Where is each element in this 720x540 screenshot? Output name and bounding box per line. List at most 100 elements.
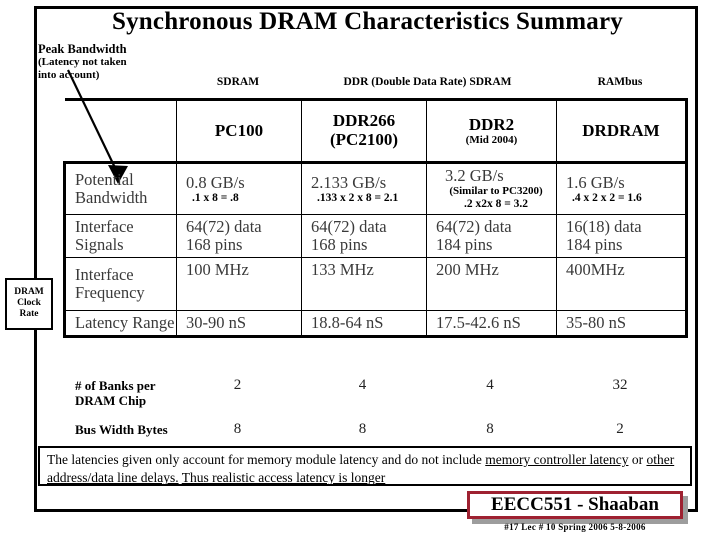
cell-pc100-latency: 30-90 nS [176, 310, 302, 338]
row-label-line-2: DRAM Chip [75, 393, 147, 408]
row-label-line-1: # of Banks per [75, 378, 156, 393]
cell-pc100-banks: 2 [233, 377, 242, 393]
table-row-potential-bandwidth: Potential Bandwidth 0.8 GB/s .1 x 8 = .8… [63, 162, 688, 215]
cell-value: 100 MHz [186, 260, 249, 279]
dram-clock-rate-callout: DRAM Clock Rate [5, 278, 53, 330]
cell-ddr266-frequency: 133 MHz [301, 257, 427, 311]
cell-value-2: 168 pins [186, 235, 243, 254]
row-label-line-2: Signals [75, 235, 124, 254]
row-label-potential-bandwidth: Potential Bandwidth [63, 162, 177, 215]
header-sublabel: (Mid 2004) [465, 133, 518, 146]
table-row-banks-per-chip: # of Banks per DRAM Chip 2 4 4 32 [63, 374, 685, 418]
note-text-2: or [628, 452, 647, 467]
callout-line-3: Rate [19, 309, 39, 319]
cell-value: 64(72) data [186, 217, 262, 236]
cell-value: 17.5-42.6 nS [436, 313, 521, 332]
cell-value: 30-90 nS [186, 313, 247, 332]
note-underline-3: Thus realistic access latency is longer [181, 470, 386, 485]
annotation-line-3: into account) [38, 69, 100, 81]
page-title: Synchronous DRAM Characteristics Summary [112, 8, 623, 35]
header-cell-ddr266: DDR266 (PC2100) [301, 98, 427, 164]
callout-line-2: Clock [17, 298, 41, 308]
cell-drdram-signals: 16(18) data 184 pins [556, 214, 688, 258]
row-label-line-1: Latency Range [75, 313, 175, 332]
footer-lecture-meta: #17 Lec # 10 Spring 2006 5-8-2006 [504, 522, 646, 532]
cell-ddr266-bandwidth: 2.133 GB/s .133 x 2 x 8 = 2.1 [301, 162, 427, 215]
cell-pc100-signals: 64(72) data 168 pins [176, 214, 302, 258]
cell-pc100-frequency: 100 MHz [176, 257, 302, 311]
cell-formula: .133 x 2 x 8 = 2.1 [317, 191, 399, 204]
cell-formula: .1 x 8 = .8 [192, 191, 239, 204]
dram-characteristics-table: PC100 DDR266 (PC2100) DDR2 (Mid 2004) DR… [63, 98, 688, 338]
cell-drdram-frequency: 400MHz [556, 257, 688, 311]
cell-ddr2-signals: 64(72) data 184 pins [426, 214, 557, 258]
header-label: DDR2 [468, 114, 515, 134]
header-label: DDR266 [332, 111, 396, 130]
cell-value-2: 184 pins [566, 235, 623, 254]
cell-value: 0.8 GB/s [186, 172, 245, 192]
header-label: DRDRAM [582, 121, 660, 140]
cell-value: 64(72) data [311, 217, 387, 236]
cell-value: 400MHz [566, 260, 625, 279]
cell-value: 3.2 GB/s [445, 166, 504, 185]
cell-drdram-bandwidth: 1.6 GB/s .4 x 2 x 2 = 1.6 [556, 162, 688, 215]
cell-drdram-latency: 35-80 nS [556, 310, 688, 338]
row-label-line-1: Interface [75, 265, 134, 284]
header-cell-pc100: PC100 [176, 98, 302, 164]
cell-value: 2.133 GB/s [311, 172, 387, 192]
annotation-line-1: Peak Bandwidth [38, 42, 127, 56]
cell-drdram-banks: 32 [612, 377, 628, 393]
group-header-sdram: SDRAM [216, 76, 260, 88]
table-row-bus-width: Bus Width Bytes 8 8 8 2 [63, 418, 685, 441]
banks-buswidth-table: # of Banks per DRAM Chip 2 4 4 32 Bus Wi… [63, 374, 685, 441]
header-cell-empty [64, 98, 177, 164]
cell-ddr266-signals: 64(72) data 168 pins [301, 214, 427, 258]
row-label-line-1: Bus Width Bytes [75, 422, 168, 437]
row-label-line-1: Interface [75, 217, 134, 236]
group-header-ddr: DDR (Double Data Rate) SDRAM [343, 76, 512, 88]
cell-pc100-buswidth: 8 [233, 421, 242, 437]
cell-value: 133 MHz [311, 260, 374, 279]
table-row-interface-frequency: Interface Frequency 100 MHz 133 MHz 200 … [63, 257, 688, 311]
cell-ddr266-banks: 4 [358, 377, 367, 393]
cell-drdram-buswidth: 2 [616, 421, 624, 437]
header-cell-ddr2: DDR2 (Mid 2004) [426, 98, 557, 164]
table-header-row: PC100 DDR266 (PC2100) DDR2 (Mid 2004) DR… [64, 98, 688, 164]
row-label-bus-width: Bus Width Bytes [63, 418, 175, 441]
header-label: PC100 [214, 121, 264, 140]
cell-value: 200 MHz [436, 260, 499, 279]
cell-value: 64(72) data [436, 217, 512, 236]
annotation-line-2: (Latency not taken [38, 56, 127, 68]
cell-value: 1.6 GB/s [566, 172, 625, 192]
header-sublabel: (PC2100) [330, 130, 398, 149]
row-label-banks-per-chip: # of Banks per DRAM Chip [63, 374, 175, 418]
cell-value: 16(18) data [566, 217, 642, 236]
latency-note-box: The latencies given only account for mem… [38, 446, 692, 486]
row-label-interface-frequency: Interface Frequency [63, 257, 177, 311]
note-text-1: The latencies given only account for mem… [47, 452, 486, 467]
row-label-interface-signals: Interface Signals [63, 214, 177, 258]
cell-value-2: 168 pins [311, 235, 368, 254]
peak-bandwidth-annotation: Peak Bandwidth (Latency not taken into a… [38, 42, 188, 82]
cell-ddr2-buswidth: 8 [486, 421, 494, 437]
cell-ddr266-buswidth: 8 [358, 421, 367, 437]
group-header-rambus: RAMbus [597, 76, 643, 88]
callout-line-1: DRAM [14, 287, 44, 297]
cell-ddr2-banks: 4 [486, 377, 494, 393]
note-underline-1: memory controller latency [485, 452, 629, 467]
cell-value: 18.8-64 nS [311, 313, 384, 332]
cell-ddr2-latency: 17.5-42.6 nS [426, 310, 557, 338]
cell-value-2: 184 pins [436, 235, 493, 254]
row-label-line-2: Frequency [75, 283, 145, 302]
row-label-latency-range: Latency Range [63, 310, 177, 338]
table-row-latency-range: Latency Range 30-90 nS 18.8-64 nS 17.5-4… [63, 310, 688, 338]
cell-ddr2-frequency: 200 MHz [426, 257, 557, 311]
row-label-line-2: Bandwidth [75, 188, 148, 207]
cell-note: (Similar to PC3200) [449, 185, 543, 197]
cell-value: 35-80 nS [566, 313, 627, 332]
cell-ddr266-latency: 18.8-64 nS [301, 310, 427, 338]
row-label-line-1: Potential [75, 170, 134, 189]
cell-formula: .4 x 2 x 2 = 1.6 [572, 191, 642, 204]
cell-ddr2-bandwidth: 3.2 GB/s (Similar to PC3200) .2 x2x 8 = … [426, 162, 557, 215]
cell-pc100-bandwidth: 0.8 GB/s .1 x 8 = .8 [176, 162, 302, 215]
